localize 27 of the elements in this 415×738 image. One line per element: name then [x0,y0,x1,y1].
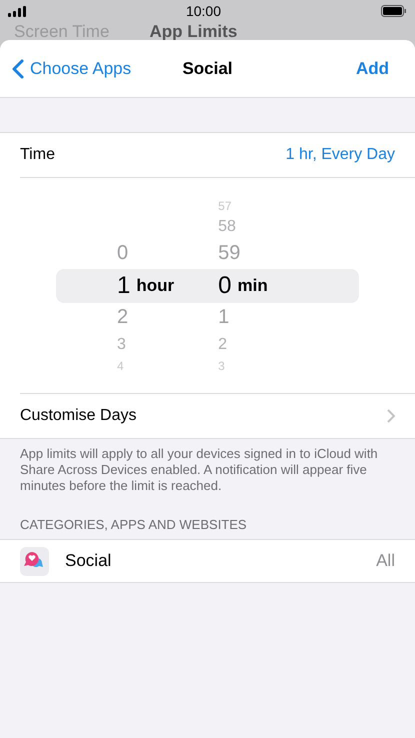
sheet-title: Social [182,58,233,78]
picker-value[interactable]: 1 [218,306,230,329]
customise-days-row[interactable]: Customise Days [0,394,415,438]
picker-value[interactable]: 0 [218,272,232,300]
picker-value[interactable]: 58 [218,218,236,236]
battery-icon [380,5,407,17]
unit-label: hour [136,276,174,296]
back-button[interactable]: Choose Apps [0,58,138,80]
time-label: Time [20,146,55,164]
picker-value[interactable]: 2 [218,336,228,354]
time-value[interactable]: 1 hr, Every Day [286,146,395,164]
status-time: 10:00 [186,3,222,19]
app-value: All [376,551,395,571]
section-header: CATEGORIES, APPS AND WEBSITES [19,516,248,534]
picker-value[interactable]: 2 [117,306,128,329]
unit-label: min [238,276,268,296]
signal-icon [8,6,26,16]
picker-value[interactable]: 1 [117,272,130,300]
picker-value[interactable]: 59 [218,242,240,265]
add-button[interactable]: Add [350,58,395,80]
app-name: Social [65,551,112,571]
picker-value[interactable]: 0 [117,242,128,265]
picker-value[interactable]: 3 [117,336,126,354]
chevron-left-icon [12,58,24,78]
chevron-right-icon [387,409,395,423]
footer-note: App limits will apply to all your devices signed in to iCloud with Share Across Devices enabled. A notification will appear five minutes before the limit is reached. [19,445,379,494]
chat-bubbles-icon [20,546,49,576]
